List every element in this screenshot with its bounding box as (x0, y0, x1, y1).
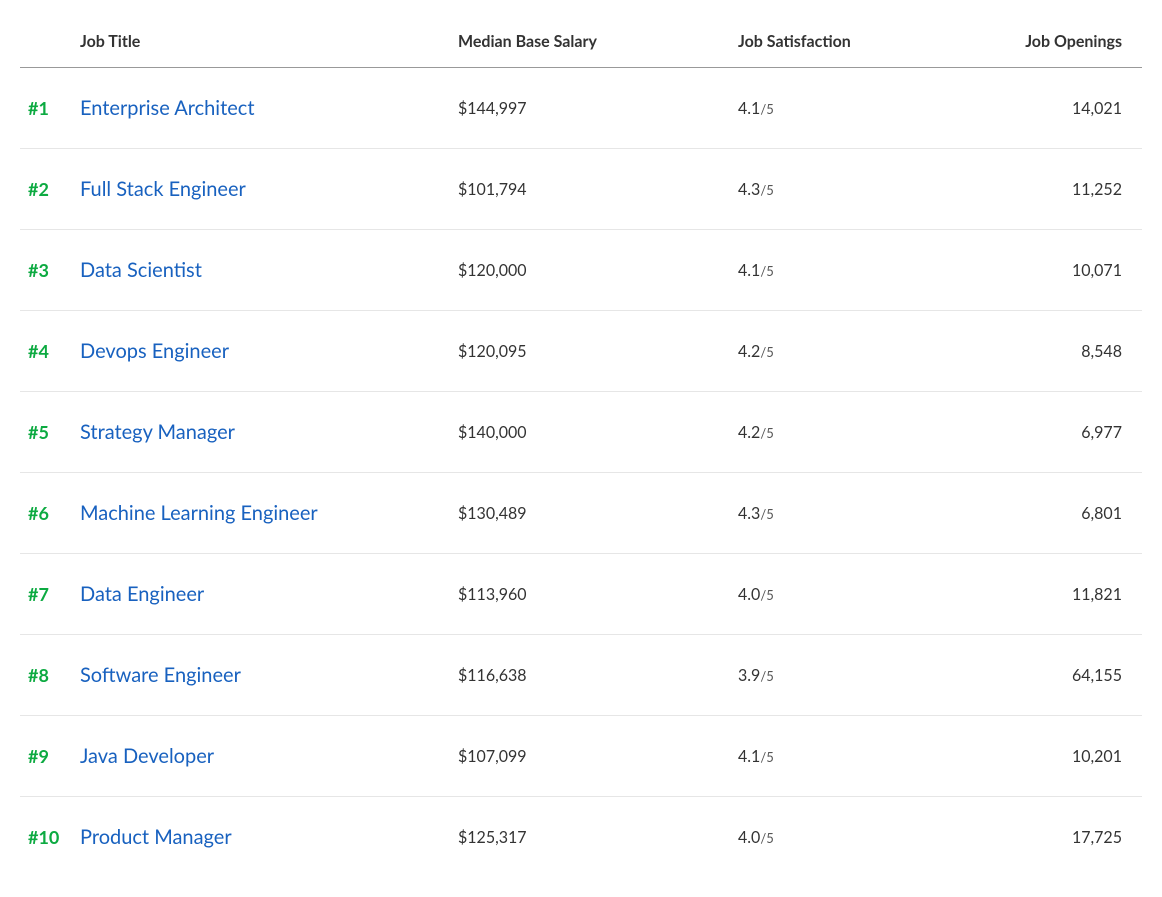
title-cell: Java Developer (80, 716, 450, 797)
table-row: #10Product Manager$125,3174.0/517,725 (20, 797, 1142, 878)
job-title-link[interactable]: Data Scientist (80, 258, 202, 282)
rank-cell: #5 (20, 392, 80, 473)
table-row: #3Data Scientist$120,0004.1/510,071 (20, 230, 1142, 311)
satisfaction-cell: 4.3/5 (730, 473, 980, 554)
satisfaction-value: 4.2 (738, 423, 760, 442)
openings-cell: 64,155 (980, 635, 1142, 716)
satisfaction-suffix: /5 (760, 263, 773, 279)
rank-cell: #10 (20, 797, 80, 878)
title-cell: Data Scientist (80, 230, 450, 311)
satisfaction-cell: 4.1/5 (730, 230, 980, 311)
salary-cell: $113,960 (450, 554, 730, 635)
openings-cell: 11,821 (980, 554, 1142, 635)
header-job-title: Job Title (80, 20, 450, 68)
job-title-link[interactable]: Java Developer (80, 744, 214, 768)
satisfaction-cell: 4.0/5 (730, 554, 980, 635)
rank-cell: #6 (20, 473, 80, 554)
openings-cell: 17,725 (980, 797, 1142, 878)
satisfaction-cell: 4.2/5 (730, 392, 980, 473)
title-cell: Machine Learning Engineer (80, 473, 450, 554)
table-header-row: Job Title Median Base Salary Job Satisfa… (20, 20, 1142, 68)
title-cell: Full Stack Engineer (80, 149, 450, 230)
table-row: #7Data Engineer$113,9604.0/511,821 (20, 554, 1142, 635)
openings-cell: 11,252 (980, 149, 1142, 230)
openings-cell: 10,201 (980, 716, 1142, 797)
title-cell: Software Engineer (80, 635, 450, 716)
salary-cell: $130,489 (450, 473, 730, 554)
table-row: #8Software Engineer$116,6383.9/564,155 (20, 635, 1142, 716)
job-title-link[interactable]: Full Stack Engineer (80, 177, 246, 201)
job-title-link[interactable]: Software Engineer (80, 663, 241, 687)
table-row: #5Strategy Manager$140,0004.2/56,977 (20, 392, 1142, 473)
table-row: #6Machine Learning Engineer$130,4894.3/5… (20, 473, 1142, 554)
rank-cell: #4 (20, 311, 80, 392)
satisfaction-value: 4.1 (738, 747, 760, 766)
job-title-link[interactable]: Strategy Manager (80, 420, 235, 444)
satisfaction-value: 3.9 (738, 666, 760, 685)
satisfaction-suffix: /5 (760, 749, 773, 765)
rank-cell: #1 (20, 68, 80, 149)
table-row: #4Devops Engineer$120,0954.2/58,548 (20, 311, 1142, 392)
title-cell: Data Engineer (80, 554, 450, 635)
satisfaction-value: 4.0 (738, 828, 760, 847)
jobs-table: Job Title Median Base Salary Job Satisfa… (20, 20, 1142, 877)
satisfaction-suffix: /5 (760, 425, 773, 441)
satisfaction-cell: 4.1/5 (730, 68, 980, 149)
salary-cell: $125,317 (450, 797, 730, 878)
salary-cell: $116,638 (450, 635, 730, 716)
satisfaction-cell: 4.2/5 (730, 311, 980, 392)
satisfaction-value: 4.3 (738, 504, 760, 523)
satisfaction-cell: 4.1/5 (730, 716, 980, 797)
satisfaction-suffix: /5 (760, 830, 773, 846)
satisfaction-value: 4.1 (738, 99, 760, 118)
openings-cell: 10,071 (980, 230, 1142, 311)
openings-cell: 14,021 (980, 68, 1142, 149)
job-title-link[interactable]: Devops Engineer (80, 339, 229, 363)
header-rank (20, 20, 80, 68)
rank-cell: #3 (20, 230, 80, 311)
satisfaction-suffix: /5 (760, 344, 773, 360)
satisfaction-value: 4.1 (738, 261, 760, 280)
salary-cell: $101,794 (450, 149, 730, 230)
rank-cell: #2 (20, 149, 80, 230)
table-row: #9Java Developer$107,0994.1/510,201 (20, 716, 1142, 797)
satisfaction-suffix: /5 (760, 506, 773, 522)
satisfaction-suffix: /5 (760, 101, 773, 117)
salary-cell: $144,997 (450, 68, 730, 149)
satisfaction-suffix: /5 (760, 668, 773, 684)
title-cell: Devops Engineer (80, 311, 450, 392)
table-row: #2Full Stack Engineer$101,7944.3/511,252 (20, 149, 1142, 230)
table-row: #1Enterprise Architect$144,9974.1/514,02… (20, 68, 1142, 149)
satisfaction-value: 4.2 (738, 342, 760, 361)
header-satisfaction: Job Satisfaction (730, 20, 980, 68)
salary-cell: $107,099 (450, 716, 730, 797)
salary-cell: $120,000 (450, 230, 730, 311)
header-openings: Job Openings (980, 20, 1142, 68)
rank-cell: #8 (20, 635, 80, 716)
job-title-link[interactable]: Data Engineer (80, 582, 204, 606)
job-title-link[interactable]: Machine Learning Engineer (80, 501, 318, 525)
satisfaction-value: 4.0 (738, 585, 760, 604)
openings-cell: 8,548 (980, 311, 1142, 392)
title-cell: Product Manager (80, 797, 450, 878)
satisfaction-cell: 3.9/5 (730, 635, 980, 716)
openings-cell: 6,977 (980, 392, 1142, 473)
job-title-link[interactable]: Product Manager (80, 825, 232, 849)
satisfaction-cell: 4.3/5 (730, 149, 980, 230)
title-cell: Enterprise Architect (80, 68, 450, 149)
satisfaction-suffix: /5 (760, 587, 773, 603)
title-cell: Strategy Manager (80, 392, 450, 473)
header-salary: Median Base Salary (450, 20, 730, 68)
satisfaction-cell: 4.0/5 (730, 797, 980, 878)
rank-cell: #9 (20, 716, 80, 797)
satisfaction-value: 4.3 (738, 180, 760, 199)
salary-cell: $140,000 (450, 392, 730, 473)
salary-cell: $120,095 (450, 311, 730, 392)
satisfaction-suffix: /5 (760, 182, 773, 198)
rank-cell: #7 (20, 554, 80, 635)
openings-cell: 6,801 (980, 473, 1142, 554)
job-title-link[interactable]: Enterprise Architect (80, 96, 255, 120)
